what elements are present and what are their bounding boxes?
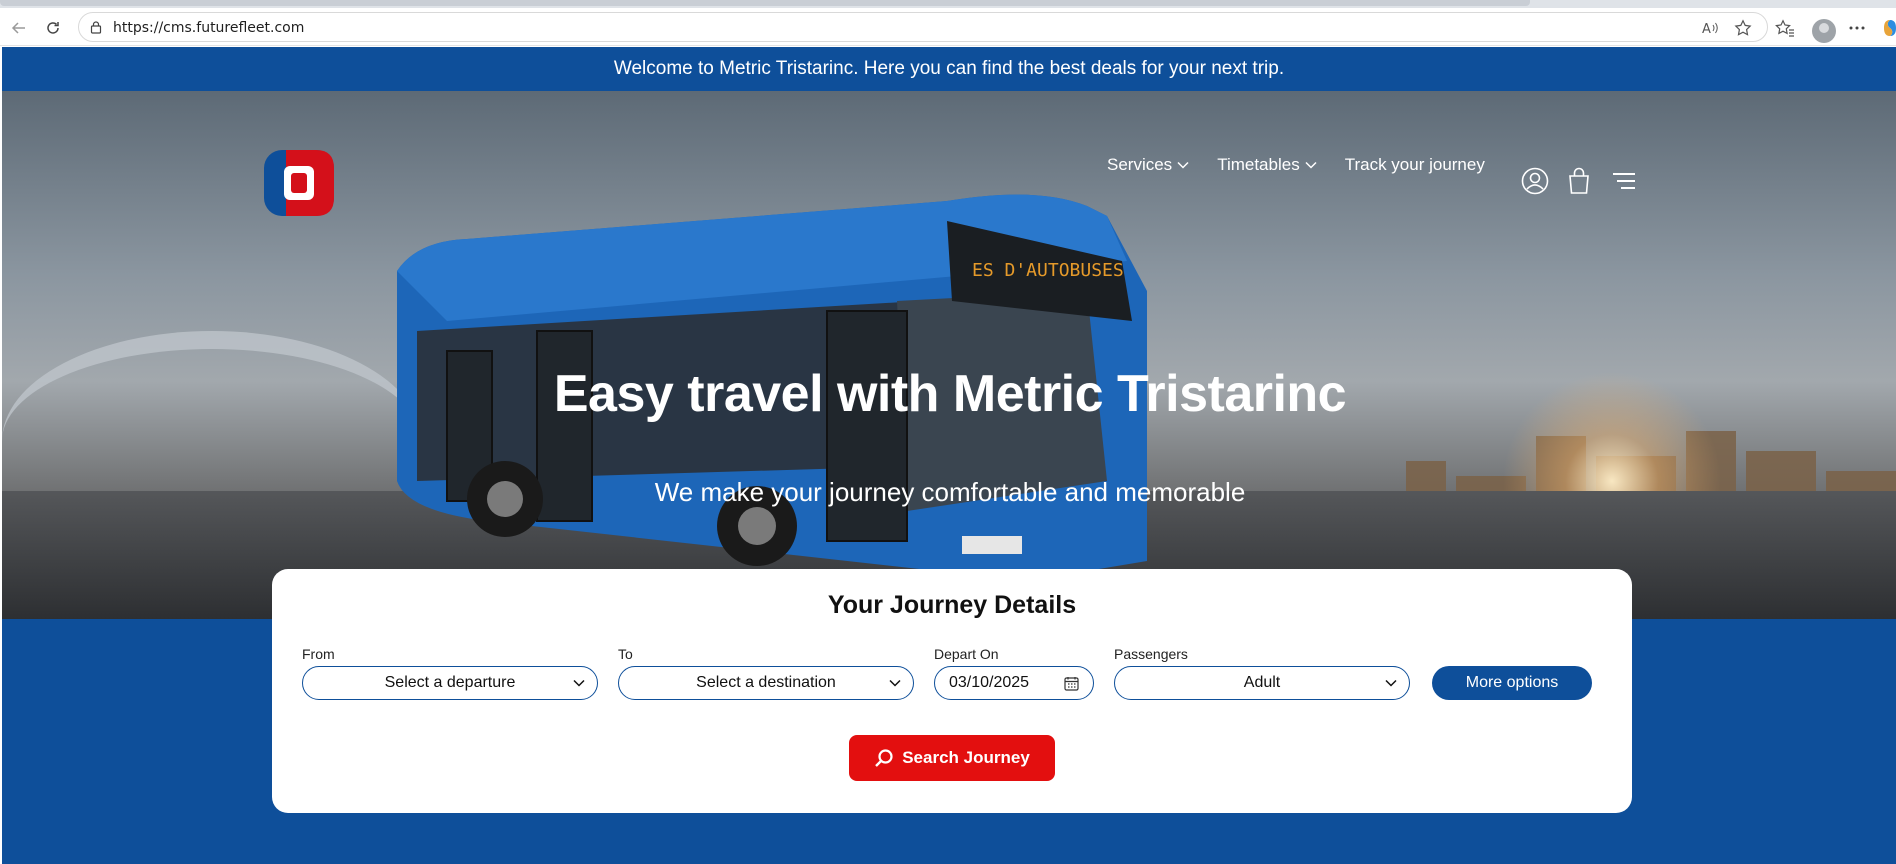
main-nav: Services Timetables Track your journey [1107, 155, 1513, 175]
refresh-icon[interactable] [42, 17, 64, 39]
more-icon[interactable] [1847, 18, 1867, 38]
passengers-label: Passengers [1114, 646, 1188, 662]
from-label: From [302, 646, 335, 662]
menu-icon[interactable] [1610, 167, 1638, 195]
to-label: To [618, 646, 633, 662]
lock-icon[interactable] [89, 20, 103, 34]
from-select-value[interactable]: Select a departure [385, 674, 516, 692]
to-select-value[interactable]: Select a destination [696, 674, 836, 692]
search-journey-label[interactable]: Search Journey [902, 748, 1030, 768]
nav-timetables[interactable]: Timetables [1217, 155, 1317, 175]
chevron-down-icon[interactable] [889, 679, 901, 687]
read-aloud-icon[interactable]: A [1700, 18, 1720, 38]
nav-services[interactable]: Services [1107, 155, 1189, 175]
profile-icon[interactable] [1812, 19, 1836, 43]
browser-tab-strip [0, 0, 1896, 8]
depart-date-value[interactable]: 03/10/2025 [949, 674, 1029, 692]
hero-title: Easy travel with Metric Tristarinc [553, 365, 1347, 423]
from-select[interactable]: Select a departure [302, 666, 598, 700]
journey-details-title: Your Journey Details [827, 591, 1077, 619]
calendar-icon[interactable] [1064, 676, 1079, 691]
active-tab[interactable] [0, 0, 1530, 6]
depart-date-input[interactable]: 03/10/2025 [934, 666, 1094, 700]
chevron-down-icon[interactable] [573, 679, 585, 687]
cart-icon[interactable] [1565, 167, 1593, 195]
hero-section: ES D'AUTOBUSES Services Timetables Track… [2, 91, 1896, 619]
url-text[interactable]: https://cms.futurefleet.com [113, 20, 304, 36]
search-icon[interactable] [874, 748, 894, 768]
brand-logo-icon[interactable] [264, 150, 334, 216]
favorites-icon[interactable] [1775, 18, 1795, 38]
welcome-banner: Welcome to Metric Tristarinc. Here you c… [2, 47, 1896, 91]
browser-toolbar: https://cms.futurefleet.com A [0, 8, 1896, 46]
passengers-select-value[interactable]: Adult [1244, 674, 1280, 692]
hero-subtitle: We make your journey comfortable and mem… [654, 477, 1246, 507]
welcome-banner-text: Welcome to Metric Tristarinc. Here you c… [613, 58, 1285, 79]
svg-text:A: A [1702, 22, 1711, 36]
more-options-button[interactable]: More options [1432, 666, 1592, 700]
website: Welcome to Metric Tristarinc. Here you c… [2, 47, 1896, 864]
depart-label: Depart On [934, 646, 999, 662]
svg-text:ES D'AUTOBUSES: ES D'AUTOBUSES [972, 260, 1124, 281]
passengers-select[interactable]: Adult [1114, 666, 1410, 700]
address-bar[interactable]: https://cms.futurefleet.com [78, 12, 1768, 42]
account-icon[interactable] [1521, 167, 1549, 195]
nav-track-journey[interactable]: Track your journey [1345, 155, 1485, 175]
nav-track-journey-label[interactable]: Track your journey [1345, 155, 1485, 175]
chevron-down-icon[interactable] [1385, 679, 1397, 687]
more-options-label[interactable]: More options [1466, 674, 1559, 692]
favorite-star-icon[interactable] [1733, 18, 1753, 38]
search-journey-button[interactable]: Search Journey [849, 735, 1055, 781]
to-select[interactable]: Select a destination [618, 666, 914, 700]
copilot-icon[interactable] [1880, 18, 1896, 38]
back-icon[interactable] [8, 17, 30, 39]
nav-services-label[interactable]: Services [1107, 155, 1172, 175]
journey-details-card: Your Journey Details From Select a depar… [272, 569, 1632, 813]
chevron-down-icon[interactable] [1305, 161, 1317, 169]
nav-timetables-label[interactable]: Timetables [1217, 155, 1300, 175]
chevron-down-icon[interactable] [1177, 161, 1189, 169]
